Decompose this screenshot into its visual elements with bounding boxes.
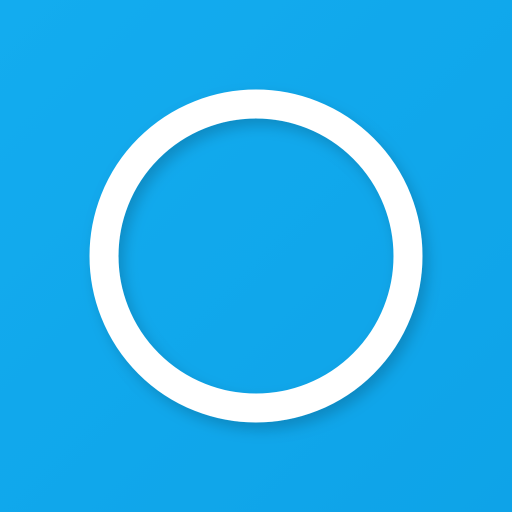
app-icon-background <box>0 0 512 512</box>
circle-ring-icon <box>89 89 423 423</box>
